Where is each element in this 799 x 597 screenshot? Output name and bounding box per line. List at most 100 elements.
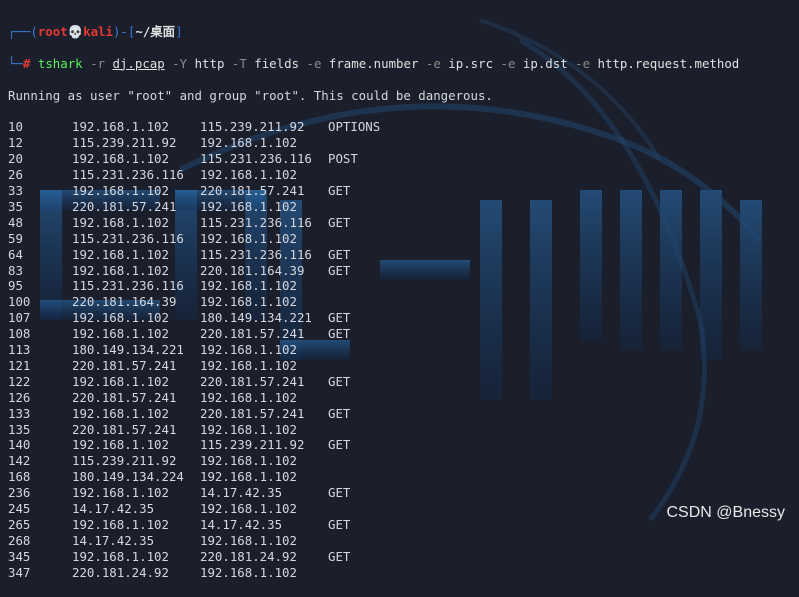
output-row: 236 192.168.1.102 14.17.42.35 GET xyxy=(8,485,799,501)
http-method xyxy=(328,565,408,581)
output-row: 95 115.231.236.116 192.168.1.102 xyxy=(8,278,799,294)
frame-number: 108 xyxy=(8,326,31,342)
command-flag: -T xyxy=(231,55,247,71)
ip-src: 192.168.1.102 xyxy=(72,326,169,342)
http-method: GET xyxy=(328,373,351,389)
ip-dst: 14.17.42.35 xyxy=(200,485,283,501)
command-arg: frame.number xyxy=(328,55,419,71)
http-method xyxy=(328,199,408,215)
http-method: GET xyxy=(328,485,351,501)
output-row: 347 220.181.24.92 192.168.1.102 xyxy=(8,565,799,581)
http-method: GET xyxy=(328,246,351,262)
ip-dst: 220.181.24.92 xyxy=(200,548,297,564)
ip-dst: 192.168.1.102 xyxy=(200,278,297,294)
frame-number: 35 xyxy=(8,198,23,214)
ip-dst: 192.168.1.102 xyxy=(200,469,297,485)
ip-dst: 115.239.211.92 xyxy=(200,437,305,453)
output-row: 121 220.181.57.241 192.168.1.102 xyxy=(8,358,799,374)
ip-src: 115.231.236.116 xyxy=(72,167,184,183)
command-arg: ip.src xyxy=(448,55,494,71)
ip-src: 220.181.57.241 xyxy=(72,198,177,214)
http-method xyxy=(328,358,408,374)
ip-dst: 115.239.211.92 xyxy=(200,119,305,135)
output-row: 126 220.181.57.241 192.168.1.102 xyxy=(8,390,799,406)
command-flag: -r xyxy=(90,55,106,71)
frame-number: 20 xyxy=(8,151,23,167)
frame-number: 135 xyxy=(8,421,31,437)
output-row: 108 192.168.1.102 220.181.57.241 GET xyxy=(8,326,799,342)
ip-src: 14.17.42.35 xyxy=(72,501,155,517)
frame-number: 245 xyxy=(8,501,31,517)
frame-number: 140 xyxy=(8,437,31,453)
http-method: GET xyxy=(328,548,351,564)
output-row: 48 192.168.1.102 115.231.236.116 GET xyxy=(8,215,799,231)
output-row: 122 192.168.1.102 220.181.57.241 GET xyxy=(8,374,799,390)
http-method: GET xyxy=(328,310,351,326)
output-row: 20 192.168.1.102 115.231.236.116 POST xyxy=(8,151,799,167)
http-method: GET xyxy=(328,517,351,532)
frame-number: 10 xyxy=(8,119,23,135)
frame-number: 347 xyxy=(8,564,31,580)
http-method xyxy=(328,390,408,406)
output-row: 83 192.168.1.102 220.181.164.39 GET xyxy=(8,263,799,279)
ip-dst: 192.168.1.102 xyxy=(200,564,297,580)
ip-src: 115.231.236.116 xyxy=(72,230,184,246)
command-flag: -e xyxy=(306,55,322,71)
http-method xyxy=(328,231,408,247)
http-method: GET xyxy=(328,437,351,453)
ip-dst: 14.17.42.35 xyxy=(200,517,283,532)
http-method xyxy=(328,501,408,517)
output-row: 12 115.239.211.92 192.168.1.102 xyxy=(8,135,799,151)
frame-number: 12 xyxy=(8,135,23,151)
http-method: GET xyxy=(328,182,351,198)
ip-src: 192.168.1.102 xyxy=(72,310,169,326)
ip-dst: 192.168.1.102 xyxy=(200,342,297,358)
prompt-user: root xyxy=(37,23,68,39)
ip-dst: 220.181.57.241 xyxy=(200,373,305,389)
prompt-path: ~/桌面 xyxy=(135,23,176,39)
command-arg: fields xyxy=(254,55,300,71)
http-method: POST xyxy=(328,151,358,167)
frame-number: 100 xyxy=(8,294,31,310)
command-arg: http xyxy=(194,55,225,71)
frame-number: 33 xyxy=(8,182,23,198)
ip-src: 14.17.42.35 xyxy=(72,532,155,548)
frame-number: 142 xyxy=(8,453,31,469)
prompt-line-2: └─# tshark -r dj.pcap -Y http -T fields … xyxy=(8,55,740,71)
ip-dst: 115.231.236.116 xyxy=(200,151,312,167)
ip-src: 192.168.1.102 xyxy=(72,437,169,453)
prompt-host: kali xyxy=(83,23,113,39)
output-row: 168 180.149.134.224 192.168.1.102 xyxy=(8,469,799,485)
http-method: OPTIONS xyxy=(328,119,381,135)
http-method xyxy=(328,533,408,549)
ip-dst: 220.181.57.241 xyxy=(200,326,305,342)
frame-number: 168 xyxy=(8,469,31,485)
frame-number: 95 xyxy=(8,278,23,294)
ip-src: 220.181.57.241 xyxy=(72,421,177,437)
ip-src: 192.168.1.102 xyxy=(72,214,169,230)
output-row: 113 180.149.134.221 192.168.1.102 xyxy=(8,342,799,358)
ip-src: 115.231.236.116 xyxy=(72,278,184,294)
http-method xyxy=(328,167,408,183)
prompt-line-1: ┌──(root💀kali)-[~/桌面] xyxy=(8,23,183,39)
output-row: 345 192.168.1.102 220.181.24.92 GET xyxy=(8,549,799,565)
output-row: 100 220.181.164.39 192.168.1.102 xyxy=(8,294,799,310)
ip-dst: 192.168.1.102 xyxy=(200,135,297,151)
frame-number: 26 xyxy=(8,167,23,183)
frame-number: 236 xyxy=(8,485,31,501)
ip-dst: 192.168.1.102 xyxy=(200,294,297,310)
output-row: 135 220.181.57.241 192.168.1.102 xyxy=(8,422,799,438)
ip-src: 220.181.24.92 xyxy=(72,564,169,580)
command-file: dj.pcap xyxy=(112,55,165,71)
output-row: 142 115.239.211.92 192.168.1.102 xyxy=(8,453,799,469)
ip-src: 220.181.164.39 xyxy=(72,294,177,310)
frame-number: 113 xyxy=(8,342,31,358)
frame-number: 48 xyxy=(8,214,23,230)
ip-src: 192.168.1.102 xyxy=(72,246,169,262)
http-method: GET xyxy=(328,214,351,230)
ip-src: 192.168.1.102 xyxy=(72,119,169,135)
ip-dst: 192.168.1.102 xyxy=(200,421,297,437)
frame-number: 122 xyxy=(8,373,31,389)
output-row: 26 115.231.236.116 192.168.1.102 xyxy=(8,167,799,183)
command-arg: ip.dst xyxy=(522,55,568,71)
